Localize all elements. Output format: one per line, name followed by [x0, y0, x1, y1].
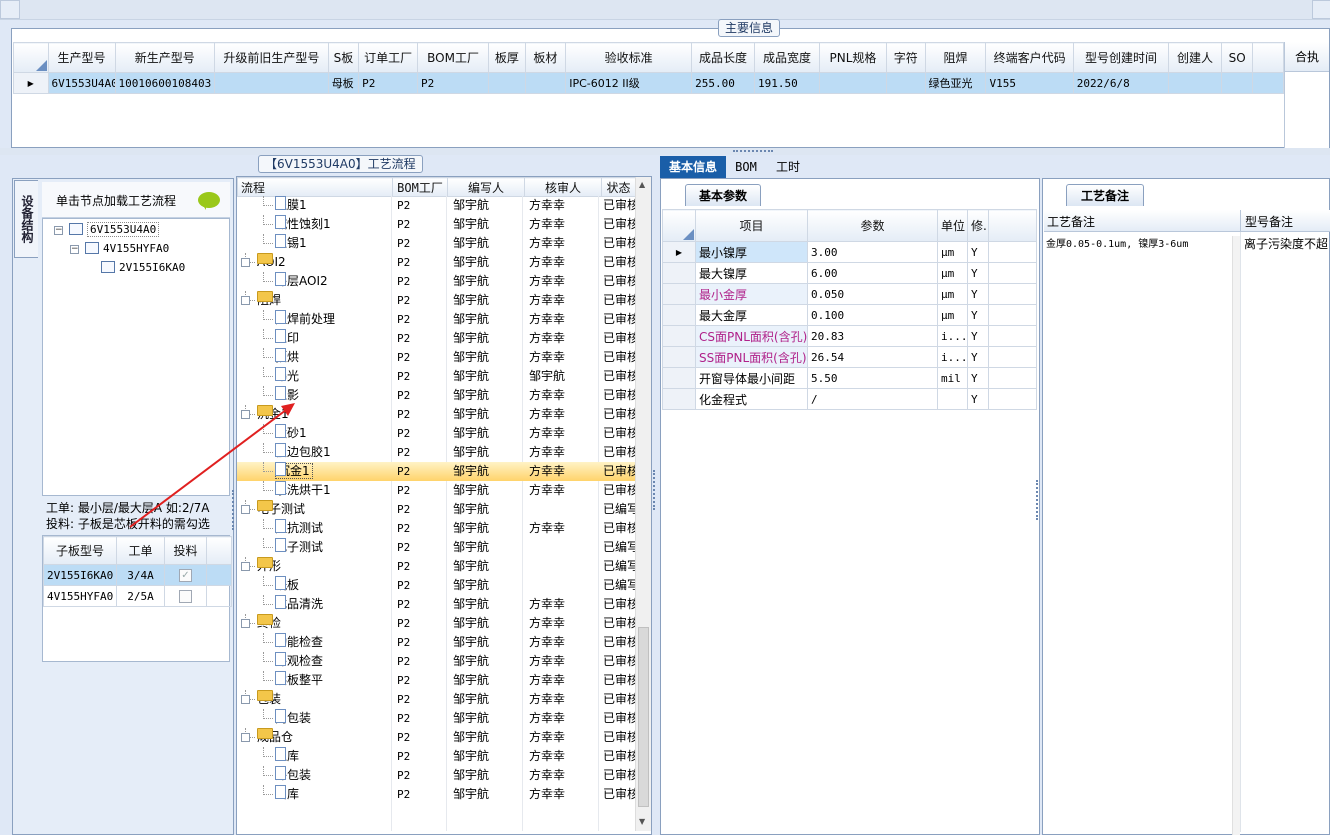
param-item: 化金程式 [695, 388, 808, 410]
param-flag: Y [967, 346, 989, 368]
detail-tabs: 基本信息 BOM 工时 [660, 156, 1330, 178]
param-unit: μm [937, 241, 968, 263]
param-unit: mil [937, 367, 968, 389]
param-item: SS面PNL面积(含孔) [695, 346, 808, 368]
cell-filler [988, 241, 1037, 263]
notes-column-model: 型号备注 [1245, 215, 1294, 229]
param-unit [937, 388, 968, 410]
header-filler [988, 209, 1037, 242]
row-indicator [662, 262, 696, 284]
tab-work-hours[interactable]: 工时 [768, 156, 808, 178]
splitter-grip[interactable] [1036, 480, 1040, 520]
column-header[interactable]: 参数 [807, 209, 938, 242]
param-value[interactable]: / [807, 388, 938, 410]
notes-scrollbar[interactable] [1232, 236, 1240, 835]
param-flag: Y [967, 367, 989, 389]
param-item: 最小金厚 [695, 283, 808, 305]
param-row[interactable]: SS面PNL面积(含孔) 26.54 i... Y [662, 346, 1037, 368]
param-value[interactable]: 6.00 [807, 262, 938, 284]
param-flag: Y [967, 388, 989, 410]
param-row[interactable]: CS面PNL面积(含孔) 20.83 i... Y [662, 325, 1037, 347]
row-indicator [662, 304, 696, 326]
param-row[interactable]: 最大镍厚 6.00 μm Y [662, 262, 1037, 284]
param-unit: i... [937, 346, 968, 368]
param-value[interactable]: 3.00 [807, 241, 938, 263]
cell-filler [988, 283, 1037, 305]
row-indicator [662, 367, 696, 389]
param-item: 最大镍厚 [695, 262, 808, 284]
grid-corner[interactable] [662, 209, 696, 242]
row-indicator [662, 283, 696, 305]
tab-bom[interactable]: BOM [730, 156, 762, 178]
column-header[interactable]: 修.. [967, 209, 989, 242]
notes-header: 工艺备注 型号备注 [1044, 210, 1330, 232]
params-grid: 项目参数单位修.. ▶最小镍厚3.00μmY最大镍厚6.00μmY最小金厚0.0… [662, 209, 1037, 410]
param-row[interactable]: 最小金厚 0.050 μm Y [662, 283, 1037, 305]
arrow-head [281, 403, 295, 416]
cell-filler [988, 262, 1037, 284]
cell-filler [988, 304, 1037, 326]
cell-filler [988, 346, 1037, 368]
param-value[interactable]: 20.83 [807, 325, 938, 347]
param-flag: Y [967, 325, 989, 347]
param-unit: μm [937, 262, 968, 284]
process-note-text: 金厚0.05-0.1um, 镍厚3-6um [1046, 239, 1189, 250]
cell-filler [988, 388, 1037, 410]
process-notes-panel [1042, 178, 1330, 835]
param-row[interactable]: ▶ 最小镍厚 3.00 μm Y [662, 241, 1037, 263]
cell-filler [988, 367, 1037, 389]
param-item: CS面PNL面积(含孔) [695, 325, 808, 347]
column-divider [1240, 210, 1241, 232]
column-divider [1240, 232, 1241, 832]
param-flag: Y [967, 304, 989, 326]
row-indicator [662, 388, 696, 410]
param-row[interactable]: 最大金厚 0.100 μm Y [662, 304, 1037, 326]
row-indicator: ▶ [662, 241, 696, 263]
tab-process-notes[interactable]: 工艺备注 [1066, 184, 1144, 206]
cell-filler [988, 325, 1037, 347]
param-item: 最小镍厚 [695, 241, 808, 263]
arrow-line [129, 409, 287, 528]
row-indicator [662, 325, 696, 347]
param-unit: μm [937, 304, 968, 326]
param-value[interactable]: 26.54 [807, 346, 938, 368]
param-item: 最大金厚 [695, 304, 808, 326]
column-header[interactable]: 项目 [695, 209, 808, 242]
param-flag: Y [967, 241, 989, 263]
param-flag: Y [967, 283, 989, 305]
param-value[interactable]: 0.100 [807, 304, 938, 326]
param-unit: μm [937, 283, 968, 305]
param-row[interactable]: 开窗导体最小间距 5.50 mil Y [662, 367, 1037, 389]
param-flag: Y [967, 262, 989, 284]
tab-basic-info[interactable]: 基本信息 [660, 156, 726, 178]
tab-basic-params[interactable]: 基本参数 [685, 184, 761, 206]
param-unit: i... [937, 325, 968, 347]
param-row[interactable]: 化金程式 / Y [662, 388, 1037, 410]
model-note-text: 离子污染度不超 [1244, 237, 1329, 251]
notes-column-process: 工艺备注 [1047, 215, 1096, 229]
param-value[interactable]: 5.50 [807, 367, 938, 389]
row-indicator [662, 346, 696, 368]
param-item: 开窗导体最小间距 [695, 367, 808, 389]
column-header[interactable]: 单位 [937, 209, 968, 242]
param-value[interactable]: 0.050 [807, 283, 938, 305]
